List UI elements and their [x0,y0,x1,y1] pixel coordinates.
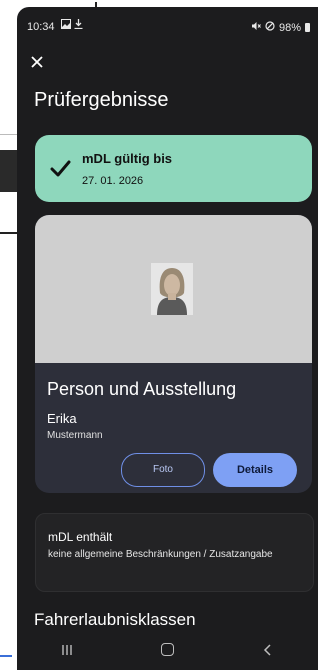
background-blue-line [0,655,12,657]
section-heading: Fahrerlaubnisklassen [34,610,196,629]
validity-title: mDL gültig bis [82,151,173,166]
status-right: 98% [251,21,310,34]
back-icon[interactable] [248,643,288,659]
first-name: Erika [47,411,77,426]
validity-date: 27. 01. 2026 [82,175,144,187]
background-line [0,134,18,135]
status-time: 10:34 [27,21,55,33]
validity-banner: mDL gültig bis 27. 01. 2026 [35,135,312,202]
portrait-photo [151,263,193,315]
navigation-bar [17,632,318,670]
background-dark-bar [0,150,18,192]
last-name: Mustermann [47,430,103,441]
person-card: Person und Ausstellung Erika Mustermann … [35,215,312,493]
home-icon[interactable] [147,643,187,659]
recent-apps-icon[interactable] [47,643,87,659]
battery-percent: 98% [278,21,301,34]
restrictions-card: mDL enthält keine allgemeine Beschränkun… [35,513,314,592]
check-icon [49,157,71,184]
background-line [0,232,18,234]
background-line-top-right [95,0,115,2]
foto-button[interactable]: Foto [121,453,205,487]
card-title: Person und Ausstellung [47,379,237,399]
details-button[interactable]: Details [213,453,297,487]
restrictions-title: mDL enthält [48,530,113,544]
do-not-disturb-icon [265,21,275,34]
download-icon [74,19,83,32]
status-bar: 10:34 98% [17,7,318,43]
restrictions-text: keine allgemeine Beschränkungen / Zusatz… [48,549,273,560]
mute-icon [251,21,261,34]
gallery-icon [61,19,71,32]
page-title: Prüfergebnisse [34,89,169,111]
photo-area [35,215,312,363]
close-icon[interactable] [30,53,50,73]
phone-screen: 10:34 98% Prüfergebnisse mDL gültig bis … [17,7,318,670]
battery-icon [305,23,310,32]
